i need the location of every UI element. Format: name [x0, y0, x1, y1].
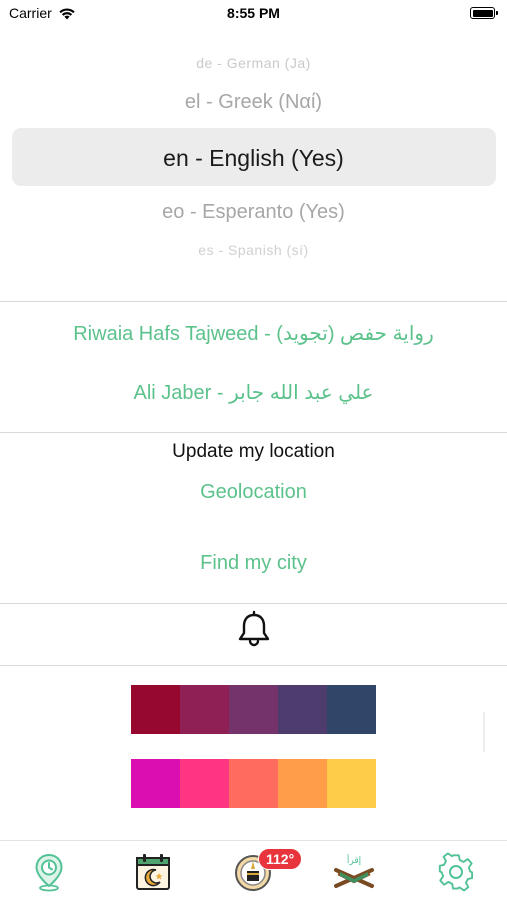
calendar-crescent-icon: [136, 854, 170, 890]
location-clock-icon: [35, 853, 63, 892]
qibla-angle-badge: 112°: [258, 848, 303, 870]
picker-option-selected[interactable]: en - English (Yes): [0, 145, 507, 172]
gear-icon: [438, 852, 474, 892]
location-section-title: Update my location: [172, 441, 335, 462]
picker-option[interactable]: eo - Esperanto (Yes): [0, 201, 507, 224]
riwaia-button[interactable]: Riwaia Hafs Tajweed - (تجويد) رواية حفص: [0, 321, 507, 346]
tab-settings[interactable]: [434, 850, 478, 894]
palette-swatch: [229, 759, 278, 808]
reciter-button[interactable]: Ali Jaber - علي عبد الله جابر: [0, 380, 507, 405]
palette-swatch: [278, 685, 327, 734]
divider: [0, 603, 507, 604]
tab-quran[interactable]: إقرأ: [332, 850, 376, 894]
palette-swatch: [180, 759, 229, 808]
quran-caption: إقرأ: [347, 854, 361, 866]
tab-calendar[interactable]: [131, 850, 175, 894]
bell-icon: [238, 610, 270, 647]
palette-swatch: [180, 685, 229, 734]
palette-swatch: [229, 685, 278, 734]
scroll-indicator: [483, 712, 485, 752]
battery-icon: [470, 7, 498, 19]
status-time: 8:55 PM: [227, 5, 280, 21]
picker-option[interactable]: de - German (Ja): [0, 55, 507, 71]
palette-swatch: [327, 759, 376, 808]
palette-swatch: [131, 759, 180, 808]
find-city-button[interactable]: Find my city: [0, 552, 507, 575]
language-picker[interactable]: de - German (Ja) el - Greek (Ναί) en - E…: [0, 45, 507, 270]
picker-option[interactable]: el - Greek (Ναί): [0, 91, 507, 114]
theme-palette-bright[interactable]: [131, 759, 376, 808]
theme-palette-dark[interactable]: [131, 685, 376, 734]
palette-swatch: [131, 685, 180, 734]
picker-option[interactable]: es - Spanish (sí): [0, 242, 507, 258]
notification-bell-button[interactable]: [236, 609, 272, 647]
palette-swatch: [278, 759, 327, 808]
palette-swatch: [327, 685, 376, 734]
status-bar: Carrier 8:55 PM: [0, 0, 507, 28]
divider: [0, 432, 507, 433]
divider: [0, 665, 507, 666]
divider: [0, 301, 507, 302]
geolocation-button[interactable]: Geolocation: [0, 481, 507, 504]
quran-read-icon: إقرأ: [334, 854, 374, 888]
tab-prayer-times[interactable]: [27, 850, 71, 894]
